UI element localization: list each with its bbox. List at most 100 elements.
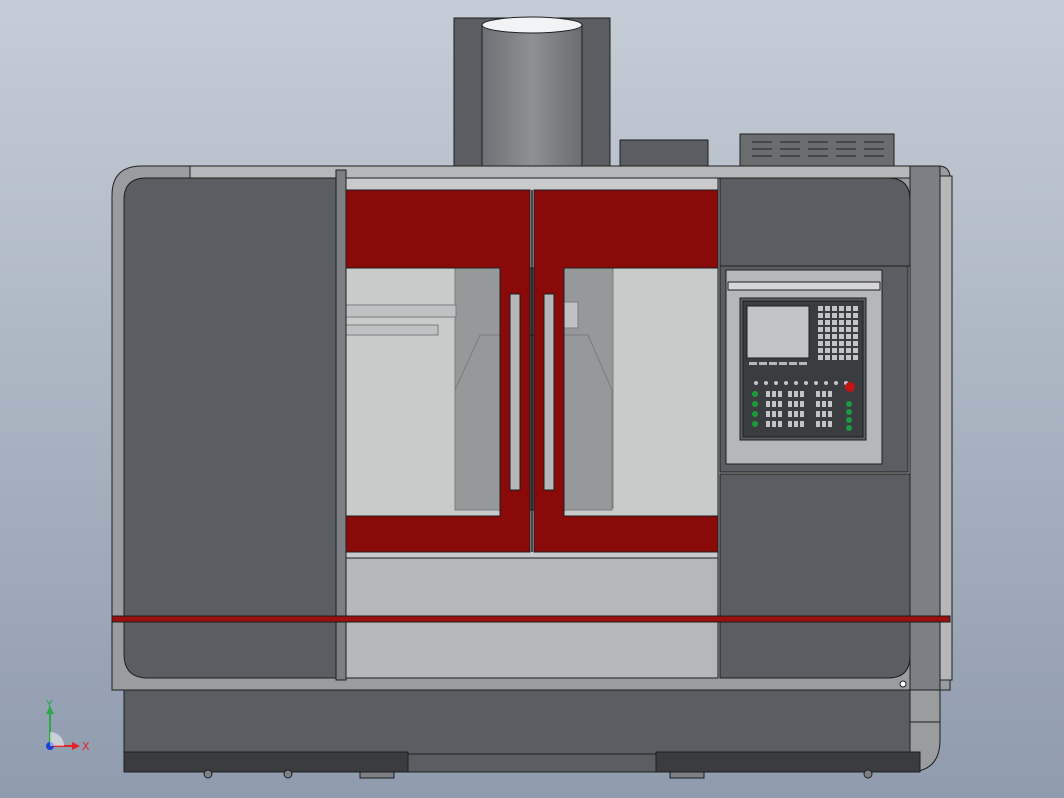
jog-key[interactable] [828,401,832,407]
mode-key[interactable] [814,381,818,385]
jog-key[interactable] [828,391,832,397]
right-door-handle[interactable] [543,293,555,491]
alpha-key[interactable] [839,320,844,325]
emergency-stop-button[interactable] [845,382,855,392]
function-key[interactable] [788,421,792,427]
function-key[interactable] [778,421,782,427]
alpha-key[interactable] [818,341,823,346]
function-key[interactable] [794,421,798,427]
alpha-key[interactable] [825,306,830,311]
alpha-key[interactable] [839,348,844,353]
alpha-key[interactable] [853,334,858,339]
alpha-key[interactable] [839,313,844,318]
mode-key[interactable] [834,381,838,385]
cycle-key[interactable] [752,411,758,417]
alpha-key[interactable] [846,320,851,325]
jog-key[interactable] [828,421,832,427]
alpha-key[interactable] [818,334,823,339]
jog-key[interactable] [816,411,820,417]
function-key[interactable] [788,411,792,417]
feed-key[interactable] [846,425,852,431]
alpha-key[interactable] [832,313,837,318]
alpha-key[interactable] [853,341,858,346]
function-key[interactable] [788,401,792,407]
function-key[interactable] [772,421,776,427]
alpha-key[interactable] [818,355,823,360]
alpha-key[interactable] [818,320,823,325]
jog-key[interactable] [816,391,820,397]
alpha-key[interactable] [832,306,837,311]
alpha-key[interactable] [846,341,851,346]
alpha-key[interactable] [839,341,844,346]
alpha-key[interactable] [853,348,858,353]
alpha-key[interactable] [825,320,830,325]
alpha-key[interactable] [832,327,837,332]
mode-key[interactable] [804,381,808,385]
mode-key[interactable] [824,381,828,385]
function-key[interactable] [766,391,770,397]
alpha-key[interactable] [839,327,844,332]
alpha-key[interactable] [853,355,858,360]
alpha-key[interactable] [839,306,844,311]
jog-key[interactable] [822,401,826,407]
mode-key[interactable] [754,381,758,385]
jog-key[interactable] [822,421,826,427]
alpha-key[interactable] [846,306,851,311]
alpha-key[interactable] [853,306,858,311]
alpha-key[interactable] [853,313,858,318]
function-key[interactable] [766,411,770,417]
alpha-key[interactable] [825,334,830,339]
alpha-key[interactable] [818,348,823,353]
alpha-key[interactable] [846,313,851,318]
alpha-key[interactable] [825,313,830,318]
function-key[interactable] [766,401,770,407]
cycle-key[interactable] [752,401,758,407]
function-key[interactable] [772,411,776,417]
alpha-key[interactable] [853,327,858,332]
function-key[interactable] [800,401,804,407]
jog-key[interactable] [816,421,820,427]
alpha-key[interactable] [839,355,844,360]
feed-key[interactable] [846,401,852,407]
function-key[interactable] [778,411,782,417]
feed-key[interactable] [846,409,852,415]
left-door-handle[interactable] [509,293,521,491]
function-key[interactable] [788,391,792,397]
alpha-key[interactable] [825,355,830,360]
alpha-key[interactable] [818,306,823,311]
alpha-key[interactable] [825,327,830,332]
alpha-key[interactable] [846,355,851,360]
cycle-key[interactable] [752,391,758,397]
alpha-key[interactable] [832,341,837,346]
alpha-key[interactable] [818,313,823,318]
mode-key[interactable] [764,381,768,385]
alpha-key[interactable] [853,320,858,325]
function-key[interactable] [772,401,776,407]
alpha-key[interactable] [825,348,830,353]
jog-key[interactable] [828,411,832,417]
alpha-key[interactable] [846,327,851,332]
function-key[interactable] [800,421,804,427]
feed-key[interactable] [846,417,852,423]
alpha-key[interactable] [846,348,851,353]
alpha-key[interactable] [846,334,851,339]
function-key[interactable] [794,411,798,417]
mode-key[interactable] [784,381,788,385]
mode-key[interactable] [794,381,798,385]
mode-key[interactable] [774,381,778,385]
function-key[interactable] [778,391,782,397]
function-key[interactable] [772,391,776,397]
function-key[interactable] [800,411,804,417]
function-key[interactable] [778,401,782,407]
jog-key[interactable] [822,391,826,397]
jog-key[interactable] [822,411,826,417]
alpha-key[interactable] [832,334,837,339]
cycle-key[interactable] [752,421,758,427]
alpha-key[interactable] [839,334,844,339]
function-key[interactable] [794,391,798,397]
alpha-key[interactable] [832,348,837,353]
alpha-key[interactable] [832,355,837,360]
alpha-key[interactable] [832,320,837,325]
function-key[interactable] [766,421,770,427]
cad-viewport[interactable]: X Y [0,0,1064,798]
